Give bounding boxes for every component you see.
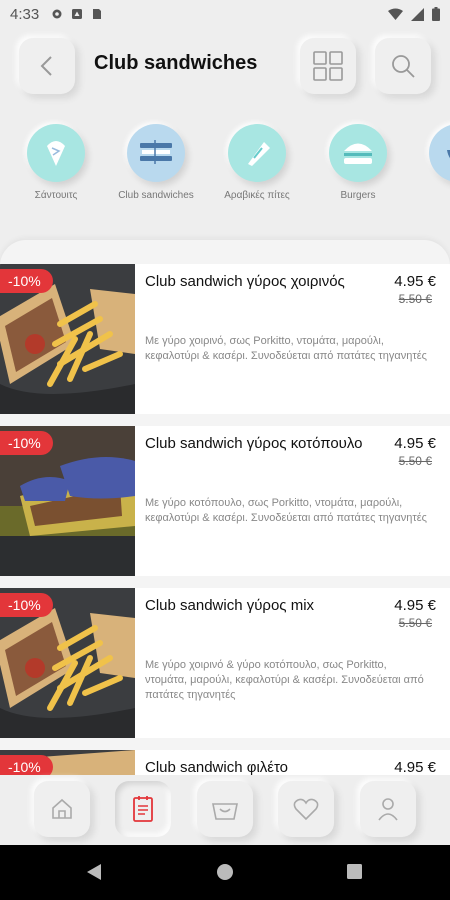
- discount-badge: -10%: [0, 269, 53, 293]
- app-header: Club sandwiches: [0, 28, 450, 104]
- bowl-icon: [447, 150, 450, 158]
- battery-icon: [432, 7, 440, 21]
- product-old-price: 5.50 €: [398, 292, 432, 306]
- gear-icon: [52, 9, 62, 19]
- grid-icon: [313, 51, 343, 81]
- notification-icon: [72, 9, 83, 19]
- product-old-price: 5.50 €: [398, 454, 432, 468]
- back-button[interactable]: [19, 38, 75, 94]
- product-image: -10%: [0, 750, 135, 775]
- product-old-price: 5.50 €: [398, 616, 432, 630]
- product-description: Με γύρο χοιρινό & γύρο κοτόπουλο, σως Po…: [145, 659, 424, 701]
- status-time: 4:33: [10, 5, 40, 23]
- product-price: 4.95 €: [394, 759, 436, 775]
- ice-cream-icon: [47, 141, 65, 166]
- product-name: Club sandwich γύρος κοτόπουλο: [145, 435, 363, 452]
- page-title: Club sandwiches: [94, 52, 258, 74]
- product-image: -10%: [0, 588, 135, 738]
- discount-badge: -10%: [0, 431, 53, 455]
- category-strip[interactable]: Σάντουιτς Club sandwiches Αραβικές πίτες…: [0, 118, 450, 218]
- category-item-sandwiches[interactable]: Σάντουιτς: [6, 118, 106, 201]
- status-bar: 4:33: [0, 0, 450, 28]
- search-button[interactable]: [375, 38, 431, 94]
- wrap-icon: [248, 142, 270, 166]
- grid-view-button[interactable]: [300, 38, 356, 94]
- nav-home-button[interactable]: [34, 781, 90, 837]
- nav-basket-button[interactable]: [197, 781, 253, 837]
- category-label: Club sandwiches: [118, 190, 194, 201]
- discount-badge: -10%: [0, 755, 53, 775]
- product-name: Club sandwich γύρος mix: [145, 597, 315, 614]
- discount-badge: -10%: [0, 593, 53, 617]
- product-card[interactable]: -10% Club sandwich γύρος mix 4.95 € 5.50…: [0, 588, 450, 738]
- product-image: -10%: [0, 264, 135, 414]
- wifi-icon: [388, 8, 403, 20]
- product-price: 4.95 €: [394, 597, 436, 614]
- back-triangle-icon[interactable]: [86, 863, 102, 881]
- system-navigation-bar: [0, 845, 450, 900]
- product-description: Με γύρο κοτόπουλο, σως Porkitto, ντομάτα…: [145, 497, 427, 524]
- product-card[interactable]: -10% Club sandwich γύρος χοιρινός 4.95 €…: [0, 264, 450, 414]
- category-item-club-sandwiches[interactable]: Club sandwiches: [106, 118, 206, 201]
- product-card[interactable]: -10% Club sandwich γύρος κοτόπουλο 4.95 …: [0, 426, 450, 576]
- category-item-more[interactable]: Op: [408, 118, 450, 201]
- category-label: Op: [408, 190, 450, 201]
- product-list[interactable]: -10% Club sandwich γύρος χοιρινός 4.95 €…: [0, 240, 450, 775]
- product-name: Club sandwich φιλέτο: [145, 759, 289, 775]
- signal-icon: [411, 7, 424, 21]
- category-circle: [429, 124, 450, 182]
- category-circle: [228, 124, 286, 182]
- nav-menu-button[interactable]: [115, 781, 171, 837]
- category-label: Σάντουιτς: [34, 190, 78, 201]
- category-circle: [329, 124, 387, 182]
- nav-profile-button[interactable]: [360, 781, 416, 837]
- sandwich-icon: [140, 140, 172, 164]
- product-card[interactable]: -10% Club sandwich φιλέτο 4.95 €: [0, 750, 450, 775]
- menu-list-icon: [133, 796, 153, 822]
- basket-icon: [212, 803, 238, 820]
- product-description: Με γύρο χοιρινό, σως Porkitto, ντομάτα, …: [145, 335, 427, 362]
- product-price: 4.95 €: [394, 435, 436, 452]
- heart-icon: [293, 798, 319, 821]
- category-label: Αραβικές πίτες: [224, 190, 290, 201]
- recents-square-icon[interactable]: [346, 863, 363, 880]
- category-item-burgers[interactable]: Burgers: [308, 118, 408, 201]
- nav-favorites-button[interactable]: [278, 781, 334, 837]
- product-name: Club sandwich γύρος χοιρινός: [145, 273, 345, 290]
- category-label: Burgers: [340, 190, 376, 201]
- bottom-navigation: [0, 775, 450, 845]
- home-circle-icon[interactable]: [216, 863, 234, 881]
- search-icon: [392, 55, 415, 78]
- category-circle: [27, 124, 85, 182]
- product-price: 4.95 €: [394, 273, 436, 290]
- user-icon: [378, 798, 398, 821]
- chevron-left-icon: [40, 56, 52, 76]
- category-item-arabic-pitas[interactable]: Αραβικές πίτες: [207, 118, 307, 201]
- product-image: -10%: [0, 426, 135, 576]
- sim-card-icon: [93, 9, 102, 19]
- home-icon: [52, 798, 72, 819]
- burger-icon: [344, 143, 372, 164]
- category-circle: [127, 124, 185, 182]
